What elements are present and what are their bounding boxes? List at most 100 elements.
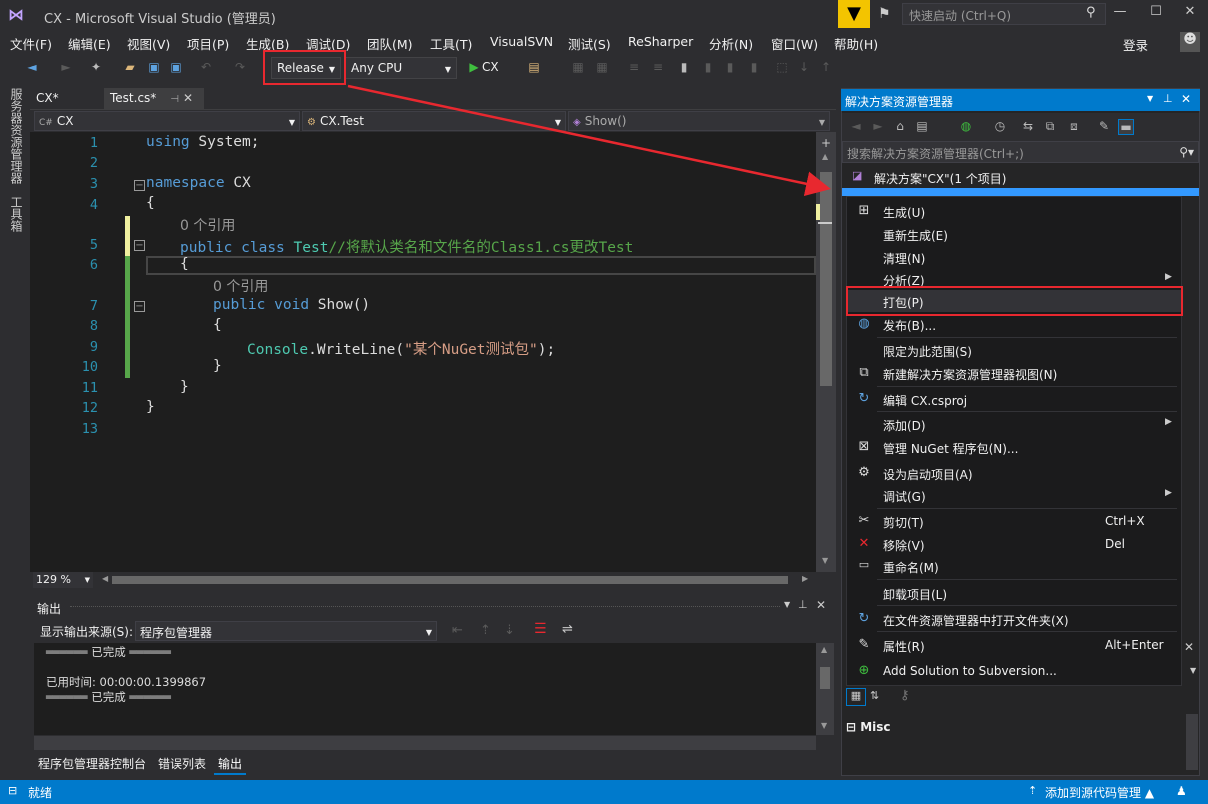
scroll-down-icon[interactable]: ▼ xyxy=(821,721,827,730)
menu-test[interactable]: 测试(S) xyxy=(568,34,611,53)
menu-analyze[interactable]: 分析(N) xyxy=(709,34,753,53)
toolbox-tab[interactable]: 工具箱 xyxy=(8,196,25,232)
pin-icon[interactable]: ⊥ xyxy=(1163,92,1173,105)
tab-output[interactable]: 输出 xyxy=(214,754,247,775)
redo-icon[interactable]: ↷ xyxy=(232,60,248,76)
menu-item-clean[interactable]: 清理(N) xyxy=(847,246,1181,268)
project-nav-select[interactable]: C# CX ▼ xyxy=(34,111,300,131)
pin-icon[interactable]: ⊥ xyxy=(798,598,808,611)
alphabetical-icon[interactable]: ⇅ xyxy=(870,689,879,702)
back-icon[interactable]: ◄ xyxy=(848,119,864,135)
pending-changes-icon[interactable]: ◍ xyxy=(958,119,974,135)
categorized-icon[interactable]: ▦ xyxy=(846,688,866,706)
menu-item-open-folder[interactable]: ↻ 在文件资源管理器中打开文件夹(X) xyxy=(847,608,1181,630)
new-project-icon[interactable]: ✦ xyxy=(88,60,104,76)
tab-error-list[interactable]: 错误列表 xyxy=(154,754,210,773)
forward-icon[interactable]: ► xyxy=(870,119,886,135)
reference-count-lens[interactable]: 0 个引用 xyxy=(213,276,268,296)
bookmark-icon[interactable]: ▮ xyxy=(676,60,692,76)
menu-window[interactable]: 窗口(W) xyxy=(771,34,818,53)
tree-node-project-selected[interactable] xyxy=(842,188,1199,196)
collapse-all-icon[interactable]: ⧉ xyxy=(1042,119,1058,135)
output-h-scrollbar[interactable] xyxy=(34,736,816,750)
scroll-up-icon[interactable]: ▲ xyxy=(822,152,828,161)
close-icon[interactable]: ✕ xyxy=(816,598,826,612)
tab-test-cs[interactable]: Test.cs* ⊣ ✕ xyxy=(104,88,204,110)
editor-vertical-scrollbar[interactable]: + ▲ ▼ xyxy=(816,132,836,572)
minimize-button[interactable]: — xyxy=(1110,4,1130,24)
collapse-icon[interactable]: − xyxy=(134,301,145,312)
menu-item-scope-to-this[interactable]: 限定为此范围(S) xyxy=(847,339,1181,361)
menu-edit[interactable]: 编辑(E) xyxy=(68,34,111,53)
save-icon[interactable]: ▣ xyxy=(146,60,162,76)
menu-team[interactable]: 团队(M) xyxy=(367,34,413,53)
dropdown-icon[interactable]: ▼ xyxy=(1147,94,1153,103)
menu-item-rebuild[interactable]: 重新生成(E) xyxy=(847,223,1181,245)
output-scrollbar[interactable]: ▲ ▼ xyxy=(816,643,834,735)
menu-project[interactable]: 项目(P) xyxy=(187,34,229,53)
close-button[interactable]: ✕ xyxy=(1180,4,1200,24)
menu-item-debug[interactable]: 调试(G) ▶ xyxy=(847,484,1181,506)
collapse-icon[interactable]: − xyxy=(134,180,145,191)
menu-item-remove[interactable]: ✕ 移除(V) Del xyxy=(847,533,1181,555)
menu-item-publish[interactable]: ◍ 发布(B)... xyxy=(847,313,1181,335)
word-wrap-icon[interactable]: ⇌ xyxy=(562,622,573,637)
menu-resharper[interactable]: ReSharper xyxy=(628,34,693,49)
home-icon[interactable]: ⌂ xyxy=(892,119,908,135)
scroll-down-icon[interactable]: ▼ xyxy=(822,556,828,565)
menu-item-build[interactable]: ⊞ 生成(U) xyxy=(847,200,1181,222)
output-text[interactable]: ══════ 已完成 ══════ 已用时间: 00:00:00.1399867… xyxy=(34,643,816,735)
feedback-icon[interactable]: ⚑ xyxy=(878,6,898,24)
menu-item-add[interactable]: 添加(D) ▶ xyxy=(847,413,1181,435)
scrollbar-thumb[interactable] xyxy=(820,667,830,689)
menu-visualsvn[interactable]: VisualSVN xyxy=(490,34,553,49)
menu-view[interactable]: 视图(V) xyxy=(127,34,170,53)
switch-views-icon[interactable]: ▤ xyxy=(914,119,930,135)
clear-all-icon[interactable]: ☰ xyxy=(534,621,547,637)
menu-item-rename[interactable]: ▭ 重命名(M) xyxy=(847,555,1181,577)
user-avatar-icon[interactable]: ☻ xyxy=(1180,32,1200,52)
close-icon[interactable]: ✕ xyxy=(183,91,193,105)
reference-count-lens[interactable]: 0 个引用 xyxy=(180,215,235,235)
pin-icon[interactable]: ⊣ xyxy=(170,94,179,105)
menu-item-cut[interactable]: ✂ 剪切(T) Ctrl+X xyxy=(847,510,1181,532)
sync-icon[interactable]: ⇆ xyxy=(1020,119,1036,135)
class-nav-select[interactable]: ⚙ CX.Test ▼ xyxy=(302,111,566,131)
code-editor[interactable]: 1 2 3 4 5 6 7 8 9 10 11 12 13 − − − usin… xyxy=(30,132,816,572)
history-icon[interactable]: ◷ xyxy=(992,119,1008,135)
collapse-icon[interactable]: − xyxy=(134,240,145,251)
solution-explorer-search[interactable]: 搜索解决方案资源管理器(Ctrl+;) ⚲▾ xyxy=(842,141,1199,163)
maximize-button[interactable]: ☐ xyxy=(1146,4,1166,24)
menu-item-add-to-subversion[interactable]: ⊕ Add Solution to Subversion... xyxy=(847,660,1181,682)
undo-icon[interactable]: ↶ xyxy=(198,60,214,76)
properties-misc-category[interactable]: ⊟ Misc xyxy=(846,720,891,734)
dropdown-icon[interactable]: ▼ xyxy=(784,600,790,609)
menu-tools[interactable]: 工具(T) xyxy=(430,34,472,53)
back-icon[interactable]: ◄ xyxy=(24,60,40,76)
zoom-select[interactable]: 129 % ▼ xyxy=(33,572,93,588)
menu-help[interactable]: 帮助(H) xyxy=(834,34,878,53)
server-explorer-tab[interactable]: 服务器资源管理器 xyxy=(8,88,25,184)
notification-flag-icon[interactable]: ▼ xyxy=(838,0,870,28)
menu-item-properties[interactable]: ✎ 属性(R) Alt+Enter xyxy=(847,634,1181,656)
menu-item-new-view[interactable]: ⧉ 新建解决方案资源管理器视图(N) xyxy=(847,362,1181,384)
tab-cx-project[interactable]: CX* xyxy=(30,88,100,110)
quick-launch-input[interactable]: 快速启动 (Ctrl+Q) xyxy=(902,3,1106,25)
show-all-files-icon[interactable]: ⧈ xyxy=(1066,119,1082,135)
close-icon[interactable]: ✕ xyxy=(1181,92,1191,106)
scrollbar-thumb[interactable] xyxy=(820,172,832,386)
chevron-down-icon[interactable]: ▼ xyxy=(1190,666,1196,675)
split-icon[interactable]: + xyxy=(821,136,831,150)
scroll-right-icon[interactable]: ▶ xyxy=(802,574,808,583)
notifications-icon[interactable]: ♟ xyxy=(1176,784,1187,798)
platform-select[interactable]: Any CPU ▼ xyxy=(345,57,457,79)
login-link[interactable]: 登录 xyxy=(1123,35,1148,54)
preview-icon[interactable]: ▬ xyxy=(1118,119,1134,135)
menu-item-edit-csproj[interactable]: ↻ 编辑 CX.csproj xyxy=(847,388,1181,410)
tab-package-manager-console[interactable]: 程序包管理器控制台 xyxy=(34,754,150,773)
member-nav-select[interactable]: ◈ Show() ▼ xyxy=(568,111,830,131)
editor-horizontal-scrollbar[interactable]: ◀ ▶ xyxy=(30,572,836,588)
tree-node-solution[interactable]: 解决方案"CX"(1 个项目) xyxy=(874,170,1006,187)
forward-icon[interactable]: ► xyxy=(58,60,74,76)
start-icon[interactable]: ▶ xyxy=(466,60,482,76)
